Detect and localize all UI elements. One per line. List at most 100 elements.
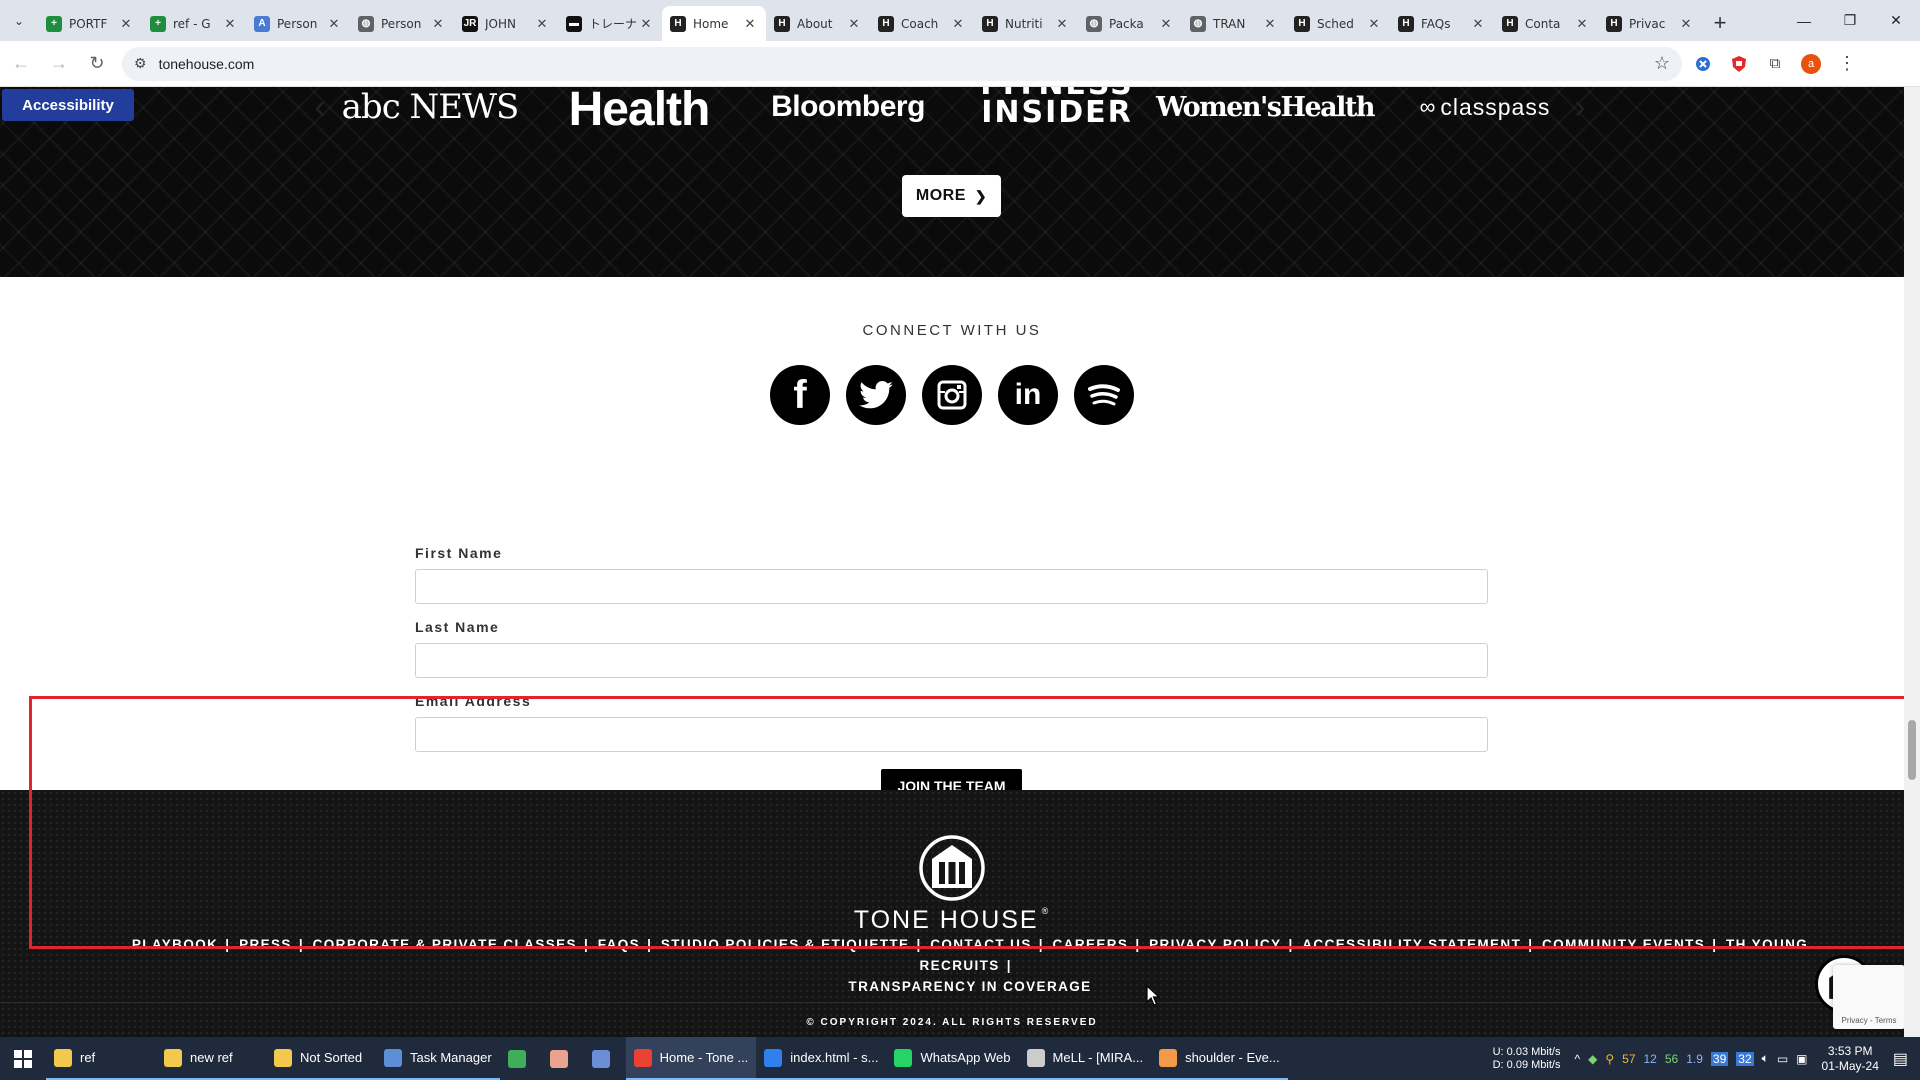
restore-button[interactable]: ❐ [1827,0,1873,41]
footer-link[interactable]: CONTACT US [930,937,1032,952]
twitter-icon[interactable] [846,365,906,425]
footer-link[interactable]: PRESS [239,937,292,952]
extension-blue-icon[interactable] [1688,49,1718,79]
tray-expand-icon[interactable]: ^ [1574,1052,1580,1066]
recaptcha-badge[interactable]: Privacy - Terms [1833,965,1904,1029]
carousel-next-icon[interactable]: › [1565,87,1595,127]
accessibility-button[interactable]: Accessibility [2,89,134,121]
footer-link[interactable]: ACCESSIBILITY STATEMENT [1302,937,1521,952]
last-name-field[interactable] [415,643,1488,678]
volume-icon[interactable]: 🔈︎ [1762,1051,1769,1066]
taskbar-app[interactable] [584,1037,626,1080]
tab-close-icon[interactable]: ✕ [950,16,966,32]
browser-tab[interactable]: ◍ Person ✕ [350,6,454,41]
footer-link[interactable]: CORPORATE & PRIVATE CLASSES [313,937,577,952]
clock[interactable]: 3:53 PM 01-May-24 [1822,1044,1879,1074]
footer-link[interactable]: PRIVACY POLICY [1149,937,1281,952]
tab-close-icon[interactable]: ✕ [222,16,238,32]
footer-link[interactable]: PLAYBOOK [132,937,218,952]
browser-tab[interactable]: A Person ✕ [246,6,350,41]
taskbar-app[interactable]: ref [46,1037,156,1080]
browser-tab[interactable]: H About ✕ [766,6,870,41]
page-scrollbar[interactable] [1904,87,1920,1037]
browser-tab[interactable]: ◍ Packa ✕ [1078,6,1182,41]
taskbar-app[interactable]: new ref [156,1037,266,1080]
tab-close-icon[interactable]: ✕ [1054,16,1070,32]
browser-tab[interactable]: H Sched ✕ [1286,6,1390,41]
taskbar-app[interactable]: Home - Tone ... [625,1037,757,1080]
tray-search-icon[interactable]: ⚲ [1605,1052,1614,1066]
footer-link[interactable]: STUDIO POLICIES & ETIQUETTE [661,937,910,952]
address-bar[interactable]: ⚙ tonehouse.com ☆ [122,46,1682,81]
email-field[interactable] [415,717,1488,752]
tab-list: + PORTF ✕ + ref - G ✕ A Person ✕ ◍ Person ✕ JR JOHN ✕ ▬… [38,6,1702,41]
instagram-camera-glyph [937,380,967,410]
minimize-button[interactable]: — [1781,0,1827,41]
back-button[interactable]: ← [4,47,38,81]
tab-close-icon[interactable]: ✕ [1366,16,1382,32]
spotify-icon[interactable] [1074,365,1134,425]
tab-close-icon[interactable]: ✕ [1158,16,1174,32]
browser-tab[interactable]: ▬ トレーナ ✕ [558,6,662,41]
taskbar-app[interactable]: MeLL - [MIRA... [1018,1037,1152,1080]
taskbar-app[interactable] [542,1037,584,1080]
browser-tab[interactable]: H Conta ✕ [1494,6,1598,41]
taskbar-app[interactable]: WhatsApp Web [886,1037,1019,1080]
tab-close-icon[interactable]: ✕ [1470,16,1486,32]
tab-title: PORTF [69,16,108,31]
tray-app-icon[interactable]: ◆ [1588,1052,1597,1066]
browser-tab[interactable]: H Nutriti ✕ [974,6,1078,41]
footer-link[interactable]: COMMUNITY EVENTS [1542,937,1705,952]
browser-tab[interactable]: H Privac ✕ [1598,6,1702,41]
close-window-button[interactable]: ✕ [1873,0,1919,41]
carousel-prev-icon[interactable]: ‹ [305,87,335,127]
tab-close-icon[interactable]: ✕ [846,16,862,32]
footer-link[interactable]: CAREERS [1053,937,1129,952]
battery-icon[interactable]: ▭ [1777,1052,1788,1066]
browser-tab[interactable]: H Home ✕ [662,6,766,41]
profile-avatar[interactable]: a [1796,49,1826,79]
scrollbar-thumb[interactable] [1908,720,1916,780]
forward-button[interactable]: → [42,47,76,81]
browser-tab[interactable]: JR JOHN ✕ [454,6,558,41]
taskbar-app[interactable]: index.html - s... [756,1037,887,1080]
reload-button[interactable]: ↻ [80,47,114,81]
extension-shield-icon[interactable] [1724,49,1754,79]
tab-close-icon[interactable]: ✕ [638,16,654,32]
browser-tab[interactable]: + ref - G ✕ [142,6,246,41]
site-info-icon[interactable]: ⚙ [134,55,147,72]
abc-news-logo: abc NEWS [341,87,520,127]
browser-menu-icon[interactable]: ⋮ [1832,49,1862,79]
taskbar-app[interactable]: Task Manager [376,1037,500,1080]
browser-tab[interactable]: H FAQs ✕ [1390,6,1494,41]
taskbar-app[interactable]: shoulder - Eve... [1151,1037,1288,1080]
footer-logo[interactable]: TONE HOUSE ® [0,834,1904,935]
bookmark-star-icon[interactable]: ☆ [1654,53,1670,74]
tab-close-icon[interactable]: ✕ [1262,16,1278,32]
footer-link[interactable]: FAQS [598,937,640,952]
taskbar-app[interactable] [500,1037,542,1080]
network-icon[interactable]: ▣ [1796,1052,1807,1066]
tab-close-icon[interactable]: ✕ [326,16,342,32]
linkedin-icon[interactable]: in [998,365,1058,425]
footer-link[interactable]: TRANSPARENCY IN COVERAGE [848,979,1091,994]
tab-close-icon[interactable]: ✕ [1678,16,1694,32]
tab-close-icon[interactable]: ✕ [1574,16,1590,32]
notifications-icon[interactable]: ▤ [1893,1049,1908,1069]
tab-close-icon[interactable]: ✕ [430,16,446,32]
tab-search-button[interactable]: ⌄ [0,0,38,41]
new-tab-button[interactable]: + [1702,5,1738,41]
tab-close-icon[interactable]: ✕ [742,16,758,32]
taskbar-app[interactable]: Not Sorted [266,1037,376,1080]
browser-tab[interactable]: + PORTF ✕ [38,6,142,41]
start-button[interactable] [0,1037,46,1080]
facebook-icon[interactable]: f [770,365,830,425]
first-name-field[interactable] [415,569,1488,604]
browser-tab[interactable]: H Coach ✕ [870,6,974,41]
more-button[interactable]: MORE ❯ [902,175,1001,217]
extensions-puzzle-icon[interactable]: ⧉ [1760,49,1790,79]
browser-tab[interactable]: ◍ TRAN ✕ [1182,6,1286,41]
tab-close-icon[interactable]: ✕ [118,16,134,32]
instagram-icon[interactable] [922,365,982,425]
tab-close-icon[interactable]: ✕ [534,16,550,32]
